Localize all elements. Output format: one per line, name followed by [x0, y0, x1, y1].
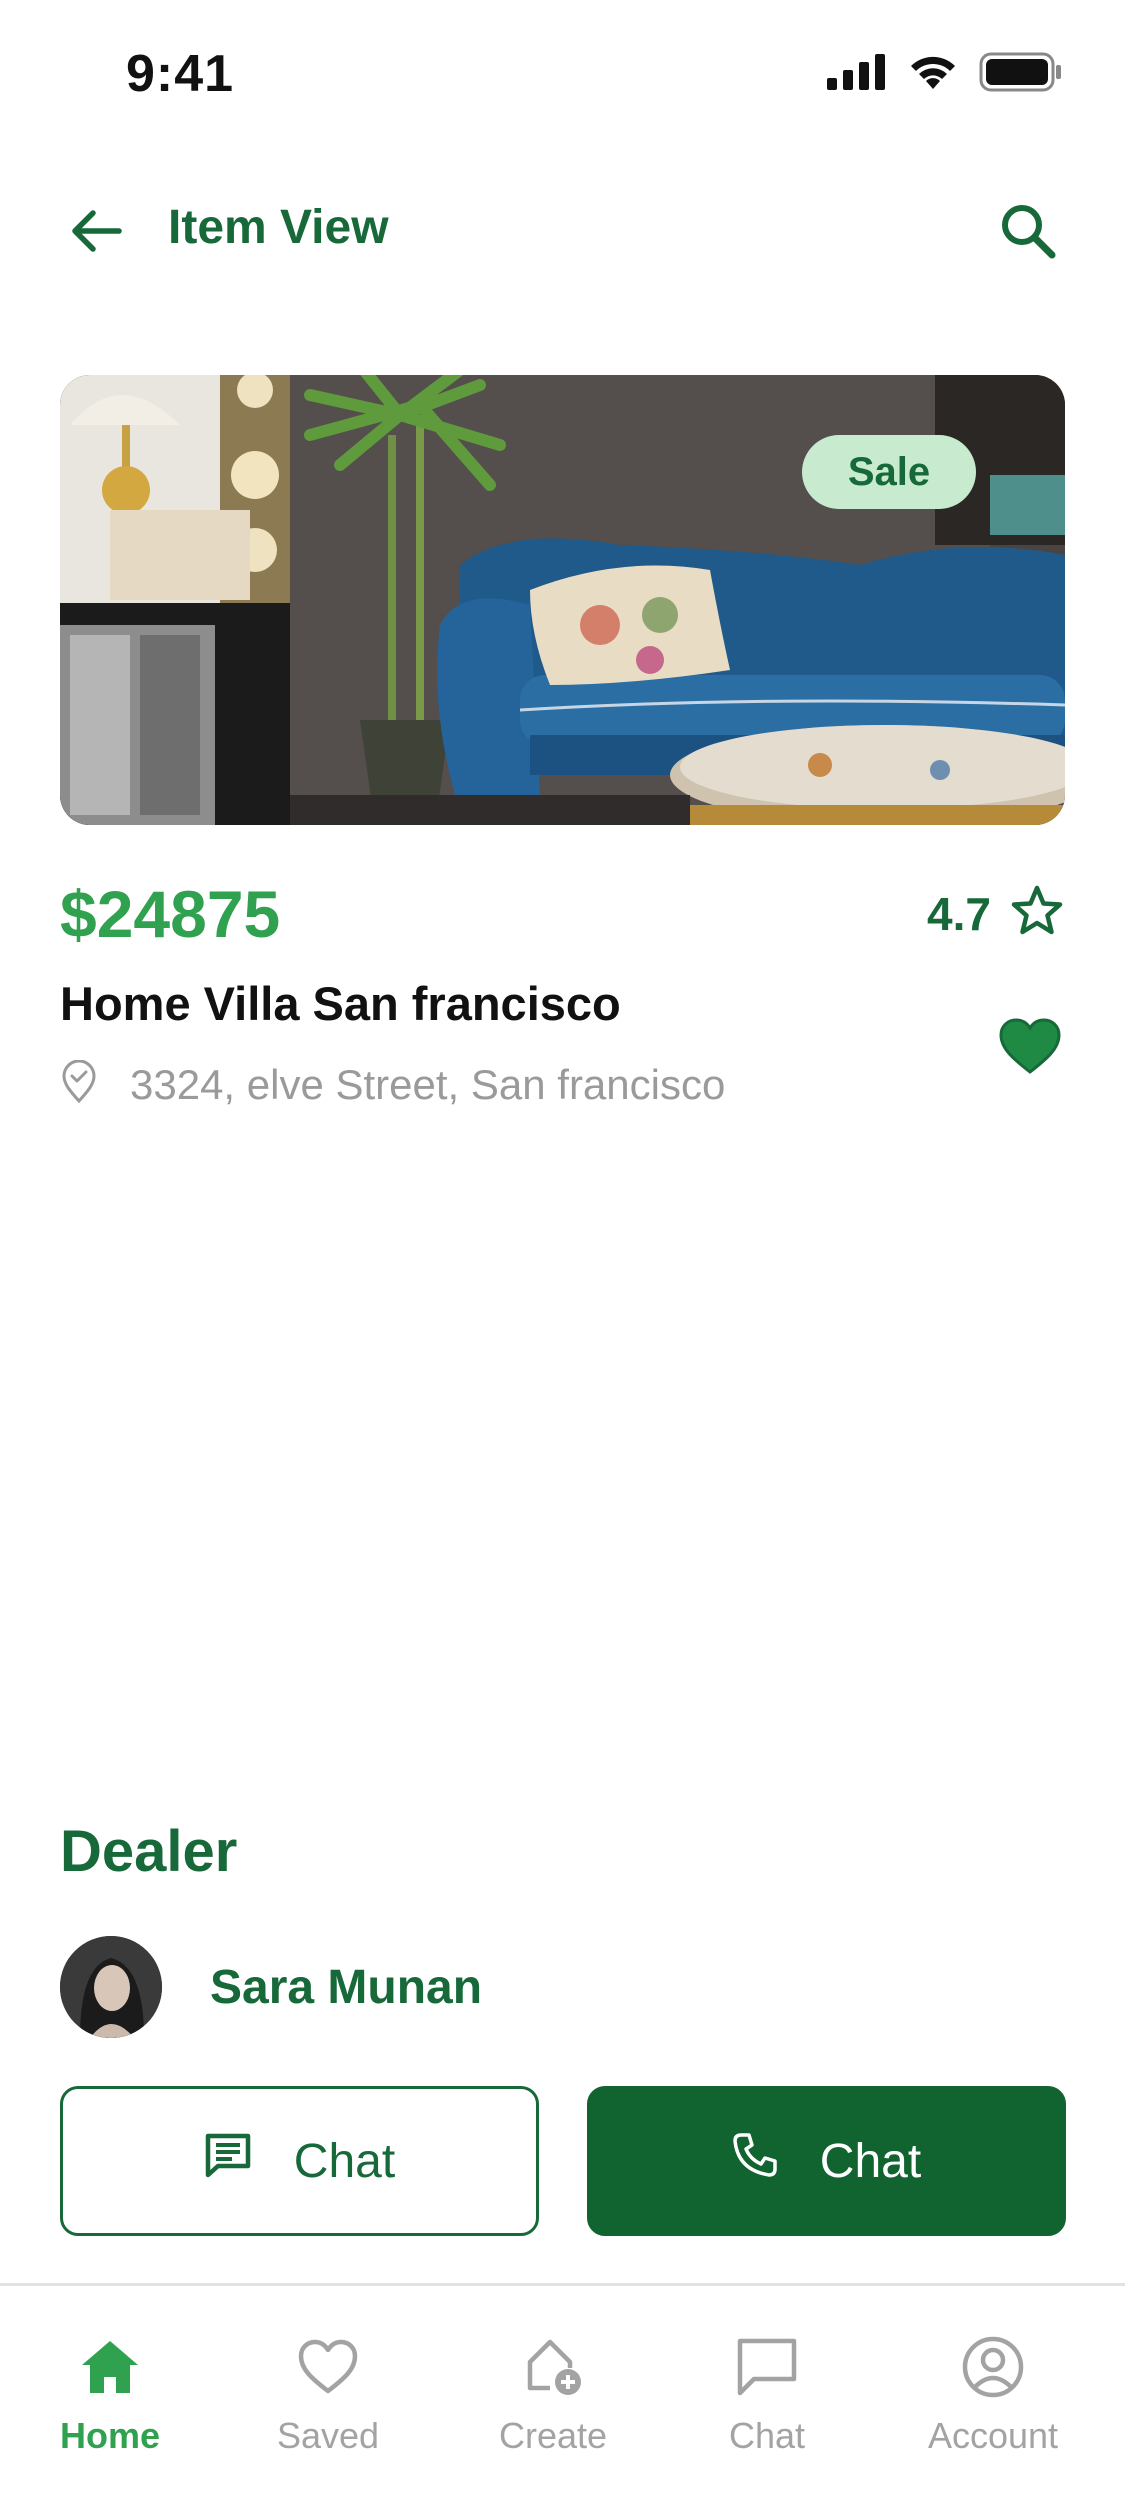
message-icon: [204, 2132, 252, 2190]
location-pin-icon: [60, 1059, 98, 1109]
heart-filled-icon: [998, 1017, 1062, 1081]
status-time: 9:41: [126, 45, 235, 103]
sale-badge: Sale: [802, 435, 976, 509]
chat-button-label: Chat: [293, 2134, 396, 2188]
phone-icon: [732, 2132, 778, 2190]
favorite-button[interactable]: [995, 1014, 1065, 1084]
nav-create-label: Create: [498, 2415, 608, 2456]
nav-chat[interactable]: Chat: [667, 2331, 867, 2457]
nav-account-label: Account: [927, 2415, 1059, 2456]
heart-outline-icon: [292, 2331, 364, 2403]
avatar[interactable]: [60, 1936, 162, 2038]
dealer-name[interactable]: Sara Munan: [210, 1960, 482, 2015]
bottom-nav: Home Saved Create Chat Account: [0, 2283, 1125, 2499]
back-button[interactable]: [60, 198, 130, 268]
account-icon: [957, 2331, 1029, 2403]
arrow-left-icon: [67, 207, 123, 260]
create-home-icon: [517, 2331, 589, 2403]
listing-address: 3324, elve Street, San francisco: [130, 1060, 726, 1108]
status-icons: [827, 52, 1063, 96]
nav-chat-label: Chat: [728, 2415, 806, 2456]
listing-title: Home Villa San francisco: [60, 977, 621, 1030]
dealer-heading: Dealer: [60, 1819, 238, 1884]
nav-account[interactable]: Account: [893, 2331, 1093, 2457]
app-header: Item View: [0, 170, 1125, 290]
chat-button[interactable]: Chat: [60, 2086, 539, 2236]
listing-location: 3324, elve Street, San francisco: [60, 1059, 726, 1109]
nav-create[interactable]: Create: [453, 2331, 653, 2457]
nav-home[interactable]: Home: [10, 2331, 210, 2457]
nav-saved-label: Saved: [276, 2415, 380, 2456]
page-title: Item View: [168, 201, 389, 254]
rating-value: 4.7: [927, 887, 991, 940]
search-icon: [999, 202, 1057, 265]
chat-bubble-icon: [731, 2331, 803, 2403]
home-icon: [74, 2331, 146, 2403]
call-button-label: Chat: [819, 2134, 922, 2188]
search-button[interactable]: [991, 196, 1065, 270]
listing-price: $24875: [60, 877, 281, 951]
rating: 4.7: [927, 884, 1065, 943]
cellular-signal-icon: [827, 53, 887, 95]
nav-saved[interactable]: Saved: [228, 2331, 428, 2457]
status-bar: 9:41: [0, 0, 1125, 150]
call-button[interactable]: Chat: [587, 2086, 1066, 2236]
battery-icon: [979, 52, 1063, 97]
star-outline-icon[interactable]: [1009, 884, 1065, 943]
dealer-row[interactable]: Sara Munan: [60, 1936, 482, 2038]
wifi-icon: [907, 53, 959, 96]
nav-home-label: Home: [59, 2415, 161, 2456]
